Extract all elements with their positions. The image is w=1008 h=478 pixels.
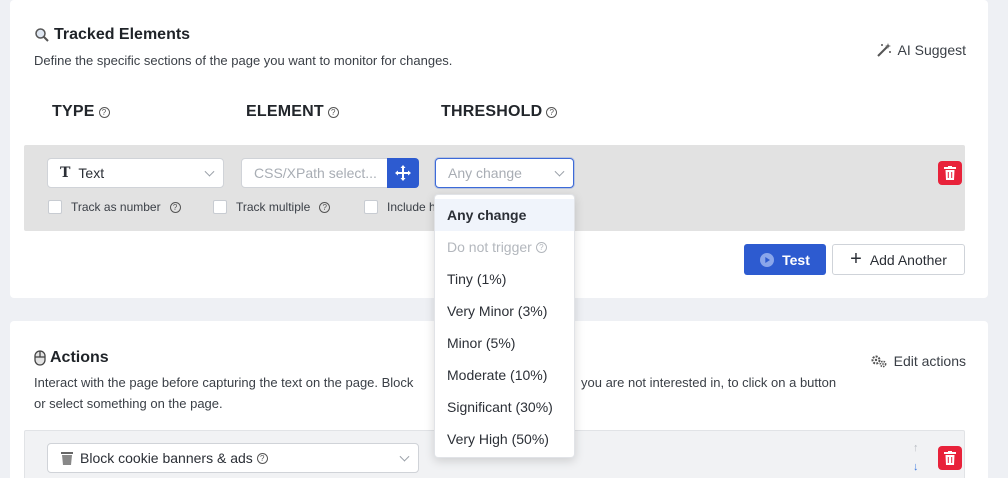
- plus-icon: +: [850, 247, 862, 270]
- actions-description: Interact with the page before capturing …: [34, 372, 836, 393]
- option-label: Moderate (10%): [447, 367, 548, 383]
- help-icon[interactable]: ?: [256, 452, 268, 464]
- help-icon[interactable]: ?: [169, 201, 181, 213]
- include-checkbox[interactable]: Include h: [364, 200, 436, 214]
- test-button[interactable]: Test: [744, 244, 826, 275]
- type-select-value: Text: [78, 165, 105, 181]
- play-icon: [760, 252, 775, 267]
- action-select-value: Block cookie banners & ads: [80, 450, 253, 466]
- actions-title-wrap: Actions: [34, 349, 109, 367]
- checkbox-box[interactable]: [213, 200, 227, 214]
- help-icon[interactable]: ?: [535, 241, 547, 253]
- threshold-option-do-not-trigger: Do not trigger?: [435, 231, 574, 263]
- add-another-label: Add Another: [869, 251, 947, 268]
- column-threshold-label: THRESHOLD: [441, 103, 543, 120]
- actions-description-line1-tail: you are not interested in, to click on a…: [581, 375, 837, 390]
- help-icon[interactable]: ?: [98, 106, 110, 118]
- tracked-elements-title-wrap: Tracked Elements: [34, 26, 190, 44]
- option-label: Significant (30%): [447, 399, 553, 415]
- threshold-option-very-high[interactable]: Very High (50%): [435, 423, 574, 455]
- option-label: Tiny (1%): [447, 271, 507, 287]
- magnifier-icon: [35, 28, 49, 42]
- mouse-icon: [34, 350, 46, 366]
- column-element-header: ELEMENT?: [246, 103, 339, 121]
- chevron-down-icon: [554, 166, 565, 177]
- action-select[interactable]: Block cookie banners & ads ?: [47, 443, 419, 473]
- column-threshold-header: THRESHOLD?: [441, 103, 558, 121]
- add-another-button[interactable]: + Add Another: [832, 244, 965, 275]
- checkbox-label: Track multiple: [236, 200, 311, 214]
- tracked-elements-description: Define the specific sections of the page…: [34, 53, 453, 68]
- chevron-down-icon: [204, 166, 215, 177]
- actions-description-line2: or select something on the page.: [34, 396, 223, 411]
- chevron-down-icon: [399, 451, 410, 462]
- option-label: Minor (5%): [447, 335, 516, 351]
- checkbox-label: Include h: [387, 200, 436, 214]
- trash-icon: [944, 451, 956, 465]
- threshold-option-tiny[interactable]: Tiny (1%): [435, 263, 574, 295]
- track-multiple-checkbox[interactable]: Track multiple ?: [213, 200, 331, 214]
- threshold-option-minor[interactable]: Minor (5%): [435, 327, 574, 359]
- type-select[interactable]: T Text: [47, 158, 224, 188]
- ai-suggest-button[interactable]: AI Suggest: [876, 42, 967, 58]
- element-selector-placeholder: CSS/XPath select...: [254, 165, 377, 181]
- delete-row-button[interactable]: [938, 161, 962, 185]
- element-selector-input[interactable]: CSS/XPath select...: [241, 158, 388, 188]
- actions-title: Actions: [50, 349, 109, 366]
- checkbox-box[interactable]: [48, 200, 62, 214]
- threshold-select-placeholder: Any change: [448, 165, 522, 181]
- track-as-number-checkbox[interactable]: Track as number ?: [48, 200, 181, 214]
- edit-actions-button[interactable]: Edit actions: [870, 353, 966, 369]
- help-icon[interactable]: ?: [327, 106, 339, 118]
- option-label: Any change: [447, 207, 527, 223]
- threshold-option-significant[interactable]: Significant (30%): [435, 391, 574, 423]
- threshold-option-any-change[interactable]: Any change: [435, 199, 574, 231]
- option-label: Very Minor (3%): [447, 303, 548, 319]
- move-arrows-icon: [395, 165, 411, 181]
- magic-wand-icon: [876, 43, 891, 57]
- gears-icon: [871, 355, 887, 368]
- checkbox-box[interactable]: [364, 200, 378, 214]
- move-down-icon[interactable]: ↓: [913, 461, 919, 473]
- help-icon[interactable]: ?: [319, 201, 331, 213]
- trash-can-icon: [61, 452, 73, 465]
- text-type-icon: T: [60, 165, 71, 181]
- move-up-icon[interactable]: ↑: [913, 442, 919, 454]
- checkbox-label: Track as number: [71, 200, 161, 214]
- option-label: Do not trigger: [447, 239, 532, 255]
- option-label: Very High (50%): [447, 431, 549, 447]
- column-type-label: TYPE: [52, 103, 95, 120]
- trash-icon: [944, 166, 956, 180]
- ai-suggest-label: AI Suggest: [897, 42, 967, 58]
- tracked-elements-title: Tracked Elements: [54, 26, 191, 43]
- threshold-select[interactable]: Any change: [435, 158, 574, 188]
- edit-actions-label: Edit actions: [893, 353, 966, 369]
- delete-action-button[interactable]: [938, 446, 962, 470]
- threshold-dropdown-menu: Any change Do not trigger? Tiny (1%) Ver…: [434, 194, 575, 458]
- help-icon[interactable]: ?: [546, 106, 558, 118]
- test-button-label: Test: [782, 251, 810, 268]
- column-element-label: ELEMENT: [246, 103, 324, 120]
- element-picker-button[interactable]: [387, 158, 419, 188]
- threshold-option-moderate[interactable]: Moderate (10%): [435, 359, 574, 391]
- threshold-option-very-minor[interactable]: Very Minor (3%): [435, 295, 574, 327]
- column-type-header: TYPE?: [52, 103, 110, 121]
- actions-description-line1: Interact with the page before capturing …: [34, 375, 414, 390]
